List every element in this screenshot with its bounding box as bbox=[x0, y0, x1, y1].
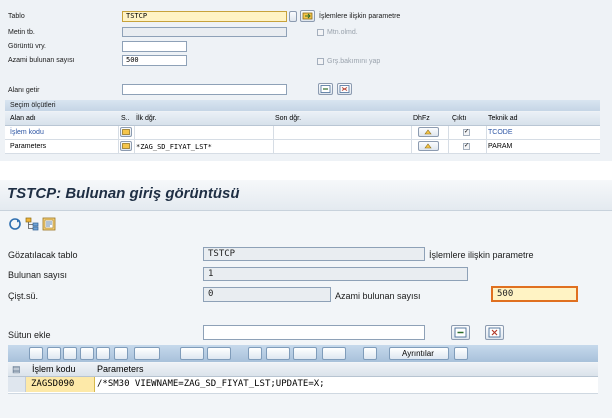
title-bar: TSTCP: Bulunan giriş görüntüsü bbox=[0, 180, 612, 211]
details-button[interactable]: Ayrıntılar bbox=[389, 347, 449, 360]
found-count-field: 1 bbox=[203, 267, 468, 281]
selection-screen: Tablo TSTCP İşlemlere ilişkin parametre … bbox=[0, 0, 612, 161]
maintenance-view-label: Grş.bakımını yap bbox=[327, 58, 381, 65]
text-table-checkbox-label: Mtn.olmd. bbox=[327, 29, 358, 36]
remove-column-icon[interactable] bbox=[485, 325, 504, 340]
col-header-tcode[interactable]: İşlem kodu bbox=[32, 364, 76, 374]
info-icon[interactable] bbox=[363, 347, 377, 360]
max-hits-label-bottom: Azami bulunan sayısı bbox=[335, 291, 421, 301]
row-field-name[interactable]: Parameters bbox=[10, 143, 46, 150]
page-title: TSTCP: Bulunan giriş görüntüsü bbox=[7, 185, 240, 202]
row-tcode[interactable]: ZAGSD090 bbox=[31, 379, 74, 389]
text-table-checkbox[interactable] bbox=[317, 29, 324, 36]
value-help-icon[interactable] bbox=[289, 11, 297, 22]
row-technical-name: TCODE bbox=[488, 129, 513, 136]
output-checkbox[interactable]: ✓ bbox=[463, 129, 470, 136]
subtotal-dropdown-icon[interactable] bbox=[207, 347, 231, 360]
table-row[interactable]: İşlem kodu ✓ TCODE bbox=[5, 126, 600, 140]
row-field-name[interactable]: İşlem kodu bbox=[10, 129, 44, 136]
view-label: Görüntü vry. bbox=[8, 43, 46, 50]
col-header-sign: S.. bbox=[121, 115, 130, 122]
max-hits-label: Azami bulunan sayısı bbox=[8, 57, 75, 64]
alv-toolbar: Ayrıntılar bbox=[8, 345, 598, 362]
layout-dropdown-icon[interactable] bbox=[322, 347, 346, 360]
sort-ascending-icon[interactable] bbox=[47, 347, 61, 360]
row-technical-name: PARAM bbox=[488, 143, 513, 150]
select-all-icon[interactable]: ▤ bbox=[12, 364, 21, 375]
table-contents-icon[interactable] bbox=[300, 10, 315, 22]
selection-option-icon[interactable] bbox=[120, 141, 132, 151]
col-header-dhfz: DhFz bbox=[413, 115, 430, 122]
result-grid-header: ▤ İşlem kodu Parameters bbox=[8, 363, 598, 377]
col-header-first-value: İlk dğr. bbox=[136, 115, 157, 122]
field-input[interactable] bbox=[122, 84, 287, 95]
row-selector[interactable] bbox=[8, 377, 26, 392]
selection-grid-header: Alan adı S.. İlk dğr. Son dğr. DhFz Çıkt… bbox=[5, 112, 600, 126]
selection-criteria-header: Seçim ölçütleri bbox=[5, 100, 600, 111]
table-label: Tablo bbox=[8, 13, 25, 20]
selection-option-icon[interactable] bbox=[120, 127, 132, 137]
find-icon[interactable] bbox=[80, 347, 94, 360]
text-table-input bbox=[122, 27, 287, 37]
filter-icon[interactable] bbox=[114, 347, 128, 360]
col-header-parameters[interactable]: Parameters bbox=[97, 364, 144, 374]
col-header-output: Çıktı bbox=[452, 115, 467, 122]
browse-table-label: Gözatılacak tablo bbox=[8, 250, 78, 260]
add-column-label: Sütun ekle bbox=[8, 330, 51, 340]
apply-field-icon[interactable] bbox=[318, 83, 333, 95]
refresh-icon[interactable] bbox=[8, 217, 22, 231]
row-parameters[interactable]: /*SM30 VIEWNAME=ZAG_SD_FIYAT_LST;UPDATE=… bbox=[97, 379, 325, 389]
multiple-selection-icon[interactable] bbox=[418, 127, 439, 137]
multiple-selection-icon[interactable] bbox=[418, 141, 439, 151]
print-icon[interactable] bbox=[248, 347, 262, 360]
wizard-icon[interactable] bbox=[454, 347, 468, 360]
max-hits-input-bottom[interactable]: 500 bbox=[491, 286, 578, 302]
remove-field-icon[interactable] bbox=[337, 83, 352, 95]
view-input[interactable] bbox=[122, 41, 187, 52]
output-checkbox[interactable]: ✓ bbox=[463, 143, 470, 150]
fixed-columns-field: 0 bbox=[203, 287, 331, 302]
fixed-columns-label: Çişt.sü. bbox=[8, 291, 39, 301]
export-dropdown-icon[interactable] bbox=[293, 347, 317, 360]
text-table-label: Metin tb. bbox=[8, 29, 35, 36]
col-header-field: Alan adı bbox=[10, 115, 36, 122]
display-options-icon[interactable] bbox=[42, 217, 56, 231]
row-first-value[interactable]: *ZAG_SD_FIYAT_LST* bbox=[136, 143, 212, 151]
find-next-icon[interactable] bbox=[96, 347, 110, 360]
browse-table-description: İşlemlere ilişkin parametre bbox=[429, 250, 534, 260]
add-column-input[interactable] bbox=[203, 325, 425, 340]
sort-descending-icon[interactable] bbox=[63, 347, 77, 360]
details-icon[interactable] bbox=[29, 347, 43, 360]
table-description: İşlemlere ilişkin parametre bbox=[319, 13, 401, 20]
result-screen: TSTCP: Bulunan giriş görüntüsü Gözatılac… bbox=[0, 180, 612, 418]
browse-table-field: TSTCP bbox=[203, 247, 425, 261]
total-dropdown-icon[interactable] bbox=[180, 347, 204, 360]
table-input[interactable]: TSTCP bbox=[122, 11, 287, 22]
found-count-label: Bulunan sayısı bbox=[8, 270, 68, 280]
add-column-icon[interactable] bbox=[451, 325, 470, 340]
maintenance-view-checkbox[interactable] bbox=[317, 58, 324, 65]
max-hits-input[interactable]: 500 bbox=[122, 55, 187, 66]
hierarchy-icon[interactable] bbox=[25, 217, 39, 231]
col-header-last-value: Son dğr. bbox=[275, 115, 302, 122]
table-row[interactable]: ZAGSD090 /*SM30 VIEWNAME=ZAG_SD_FIYAT_LS… bbox=[8, 377, 598, 394]
views-dropdown-icon[interactable] bbox=[266, 347, 290, 360]
table-row[interactable]: Parameters *ZAG_SD_FIYAT_LST* ✓ PARAM bbox=[5, 140, 600, 154]
field-label: Alanı getir bbox=[8, 87, 40, 94]
col-header-technical-name: Teknik ad bbox=[488, 115, 518, 122]
set-filter-dropdown-icon[interactable] bbox=[134, 347, 160, 360]
